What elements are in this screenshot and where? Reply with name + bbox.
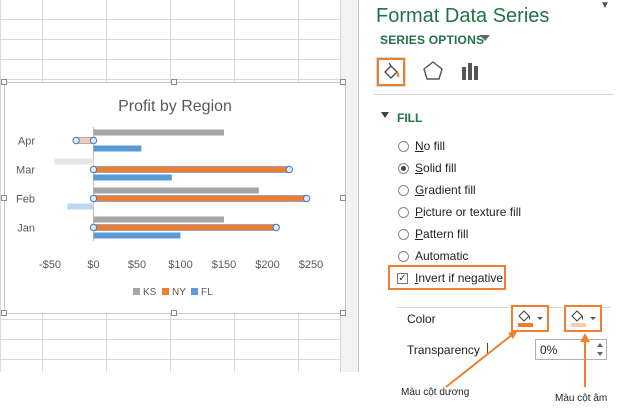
annotation-arrows: [445, 329, 590, 388]
arrow-positive: [445, 329, 519, 388]
negative-color-annotation: Màu cột âm: [555, 393, 608, 404]
arrowhead: [580, 333, 590, 342]
positive-color-annotation: Màu cột dương: [401, 387, 470, 398]
